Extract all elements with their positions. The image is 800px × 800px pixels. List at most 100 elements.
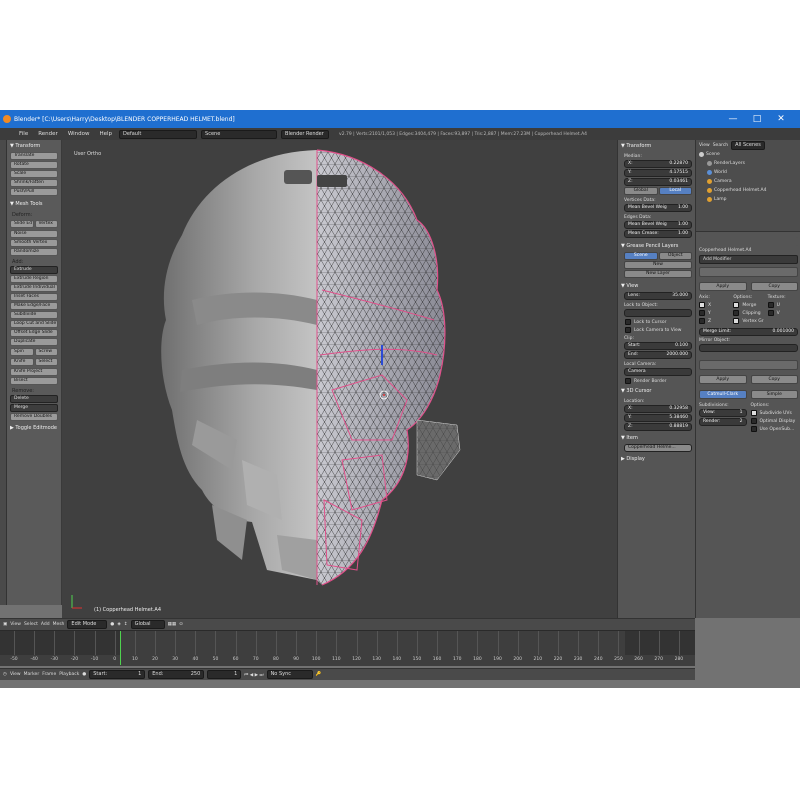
vertex-bevel-weight-field[interactable]: Mean Bevel Weig 1.00	[624, 204, 692, 212]
randomize-button[interactable]: Randomize	[10, 248, 58, 256]
outliner-item-camera[interactable]: Camera	[699, 177, 798, 186]
outliner-item-world[interactable]: World	[699, 168, 798, 177]
axis-y-checkbox[interactable]: Y	[699, 310, 729, 316]
bisect-button[interactable]: Bisect	[10, 377, 58, 385]
knife-button[interactable]: Knife	[10, 358, 34, 366]
transform-panel-header[interactable]: ▼ Transform	[10, 142, 58, 151]
toggle-editmode-header[interactable]: ▶ Toggle Editmode	[10, 424, 58, 433]
offset-edge-slide-button[interactable]: Offset Edge Slide	[10, 329, 58, 337]
grease-pencil-header[interactable]: ▼ Grease Pencil Layers	[621, 242, 692, 251]
manipulator-icon[interactable]: ↕	[124, 622, 128, 627]
screen-layout-dropdown[interactable]: Default	[119, 129, 198, 139]
menu-render[interactable]: Render	[35, 131, 61, 137]
layers-icon[interactable]: ▦▦	[168, 622, 177, 627]
lock-cursor-checkbox[interactable]: Lock to Cursor	[625, 319, 692, 325]
clipping-checkbox[interactable]: Clipping	[733, 310, 763, 316]
slide-vertex-button[interactable]: Vertex	[34, 220, 58, 228]
menu-file[interactable]: File	[16, 131, 31, 137]
render-engine-dropdown[interactable]: Blender Render	[281, 129, 330, 139]
mean-crease-field[interactable]: Mean Crease: 1.00	[624, 230, 692, 238]
view-levels-field[interactable]: View: 1	[699, 409, 747, 417]
timeline-menu-view[interactable]: View	[10, 672, 21, 677]
subsurf-modifier-header[interactable]	[699, 360, 798, 370]
timeline-ruler[interactable]	[0, 631, 695, 655]
inset-faces-button[interactable]: Inset Faces	[10, 293, 58, 301]
cursor-z-field[interactable]: Z: 0.88819	[624, 423, 692, 431]
push-pull-button[interactable]: Push/Pull	[10, 188, 58, 196]
close-button[interactable]: ✕	[770, 110, 792, 128]
outliner-item-renderlayers[interactable]: RenderLayers	[699, 159, 798, 168]
delete-dropdown[interactable]: Delete	[10, 395, 58, 403]
shading-icon[interactable]: ●	[110, 622, 114, 627]
timeline[interactable]: -50 -40 -30 -20 -10 0 10 20 30 40 50 60 70 80 90 100 110…	[0, 630, 695, 666]
axis-z-checkbox[interactable]: Z	[699, 318, 729, 324]
knife-project-button[interactable]: Knife Project	[10, 368, 58, 376]
cursor-y-field[interactable]: Y: 5.38460	[624, 414, 692, 422]
mesh-tools-header[interactable]: ▼ Mesh Tools	[10, 200, 58, 209]
shrink-fatten-button[interactable]: Shrink/Fatten	[10, 179, 58, 187]
pivot-icon[interactable]: ◈	[117, 622, 120, 627]
merge-dropdown[interactable]: Merge	[10, 404, 58, 412]
local-toggle[interactable]: Local	[658, 187, 692, 195]
current-frame-field[interactable]: 1	[207, 670, 242, 679]
outliner-item-scene[interactable]: Scene	[699, 150, 798, 159]
copy-subsurf-button[interactable]: Copy	[750, 375, 798, 384]
3d-viewport[interactable]: User Ortho (1) Copperhead Helmet.A4	[62, 140, 617, 618]
simple-toggle[interactable]: Simple	[750, 390, 798, 399]
sync-dropdown[interactable]: No Sync	[266, 670, 313, 679]
render-border-checkbox[interactable]: Render Border	[625, 378, 692, 384]
render-levels-field[interactable]: Render: 2	[699, 418, 747, 426]
remove-doubles-button[interactable]: Remove Doubles	[10, 413, 58, 421]
duplicate-button[interactable]: Duplicate	[10, 338, 58, 346]
median-x-field[interactable]: X: 0.22870	[624, 160, 692, 168]
median-y-field[interactable]: Y: 4.17515	[624, 169, 692, 177]
rotate-button[interactable]: Rotate	[10, 161, 58, 169]
clip-end-field[interactable]: End: 2000.000	[624, 351, 692, 359]
smooth-vertex-button[interactable]: Smooth Vertex	[10, 239, 58, 247]
merge-limit-field[interactable]: Merge Limit: 0.001000	[699, 328, 798, 336]
add-modifier-dropdown[interactable]: Add Modifier	[699, 255, 798, 264]
outliner-view-menu[interactable]: View	[699, 143, 710, 148]
edge-bevel-weight-field[interactable]: Mean Bevel Weig 1.00	[624, 221, 692, 229]
timeline-editor-icon[interactable]: ◷	[3, 672, 7, 677]
outliner-search-menu[interactable]: Search	[713, 143, 728, 148]
lock-camera-checkbox[interactable]: Lock Camera to View	[625, 327, 692, 333]
properties-context-tabs[interactable]	[699, 237, 798, 246]
maximize-button[interactable]: □	[746, 110, 768, 128]
median-z-field[interactable]: Z: 0.03461	[624, 178, 692, 186]
header-menu-mesh[interactable]: Mesh	[53, 622, 65, 627]
object-toggle[interactable]: Object	[658, 252, 692, 260]
scene-dropdown[interactable]: Scene	[201, 129, 278, 139]
merge-checkbox[interactable]: Merge	[733, 302, 763, 308]
extrude-region-button[interactable]: Extrude Region	[10, 275, 58, 283]
display-section-header[interactable]: ▶ Display	[621, 455, 692, 464]
apply-subsurf-button[interactable]: Apply	[699, 375, 747, 384]
scene-toggle[interactable]: Scene	[624, 252, 658, 260]
outliner-display-dropdown[interactable]: All Scenes	[731, 141, 765, 150]
tex-v-checkbox[interactable]: V	[767, 310, 798, 316]
subdivide-uvs-checkbox[interactable]: Subdivide UVs	[750, 410, 799, 416]
menu-window[interactable]: Window	[65, 131, 93, 137]
new-gp-button[interactable]: New	[624, 261, 692, 269]
tool-tabs[interactable]	[0, 140, 7, 605]
view-section-header[interactable]: ▼ View	[621, 282, 692, 291]
cursor-x-field[interactable]: X: 0.32958	[624, 405, 692, 413]
copy-mirror-button[interactable]: Copy	[750, 282, 798, 291]
clip-start-field[interactable]: Start: 0.100	[624, 342, 692, 350]
timeline-menu-marker[interactable]: Marker	[24, 672, 40, 677]
global-toggle[interactable]: Global	[624, 187, 658, 195]
axis-x-checkbox[interactable]: X	[699, 302, 729, 308]
outliner-item-helmet[interactable]: Copperhead Helmet.A4	[699, 186, 798, 195]
snap-icon[interactable]: ⊙	[179, 622, 183, 627]
transform-section-header[interactable]: ▼ Transform	[621, 142, 692, 151]
vertex-groups-checkbox[interactable]: Vertex Gr	[733, 318, 764, 324]
extrude-individual-button[interactable]: Extrude Individual	[10, 284, 58, 292]
minimize-button[interactable]: —	[722, 110, 744, 128]
timeline-menu-playback[interactable]: Playback	[59, 672, 79, 677]
header-menu-select[interactable]: Select	[24, 622, 38, 627]
loop-cut-button[interactable]: Loop Cut and Slide	[10, 320, 58, 328]
editor-type-icon[interactable]: ▣	[3, 622, 7, 627]
apply-mirror-button[interactable]: Apply	[699, 282, 747, 291]
catmull-clark-toggle[interactable]: Catmull-Clark	[699, 390, 747, 399]
header-menu-view[interactable]: View	[10, 622, 21, 627]
